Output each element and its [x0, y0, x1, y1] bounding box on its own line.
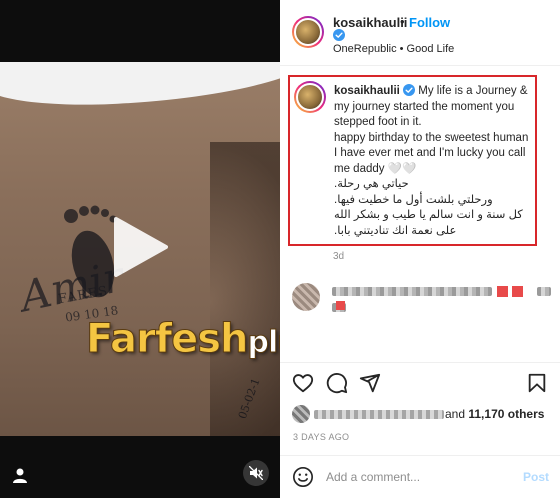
- comment-input[interactable]: [326, 466, 506, 488]
- blurred-comment-line: [332, 287, 492, 296]
- watermark-plus: plus.com: [247, 325, 280, 361]
- header-username[interactable]: kosaikhaulii: [333, 15, 407, 30]
- caption-time[interactable]: 3d: [333, 251, 344, 262]
- caption-username[interactable]: kosaikhaulii: [334, 85, 400, 97]
- verified-badge-icon: [403, 84, 416, 96]
- likes-count[interactable]: 11,170 others: [468, 407, 544, 421]
- caption-line-ar1: حياتي هي رحلة.: [334, 178, 409, 190]
- post-panel: kosaikhaulii • Follow OneRepublic • Good…: [280, 0, 560, 498]
- blurred-comment-line: [537, 287, 551, 296]
- mute-button[interactable]: [243, 460, 269, 486]
- share-icon[interactable]: [359, 372, 381, 394]
- post-header: kosaikhaulii • Follow OneRepublic • Good…: [280, 0, 560, 66]
- header-separator: •: [400, 14, 405, 29]
- blurred-emoji: [497, 286, 508, 297]
- caption-text: kosaikhaulii My life is a Journey & my j…: [334, 84, 534, 239]
- bookmark-icon[interactable]: [526, 372, 548, 394]
- likes-text: and 11,170 others: [445, 407, 544, 421]
- post-button[interactable]: Post: [523, 470, 549, 484]
- post-media[interactable]: Amir FARES 09 10 18 05-02-1 Farfeshplus.…: [0, 0, 280, 498]
- blurred-liker-name: [314, 410, 444, 419]
- watermark-logo: Farfeshplus.com: [86, 316, 280, 363]
- blurred-emoji: [512, 286, 523, 297]
- play-icon[interactable]: [110, 215, 170, 279]
- avatar[interactable]: [292, 16, 324, 48]
- follow-button[interactable]: Follow: [409, 15, 450, 30]
- shirt-area: [0, 62, 280, 111]
- blurred-emoji: [336, 301, 345, 310]
- caption-line-ar3: كل سنة و انت سالم يا طيب و بشكر الله: [334, 209, 523, 221]
- caption-line-en2: happy birthday to the sweetest human I h…: [334, 131, 529, 175]
- user-tag-icon[interactable]: [11, 466, 29, 484]
- caption-highlight-box: kosaikhaulii My life is a Journey & my j…: [288, 75, 537, 246]
- caption-line-ar4: على نعمة انك تناديتني بابا.: [334, 224, 457, 237]
- verified-badge-icon: [333, 29, 345, 41]
- emoji-icon[interactable]: [292, 466, 314, 488]
- add-comment-bar: Post: [280, 455, 560, 498]
- post-timestamp[interactable]: 3 DAYS AGO: [293, 432, 349, 442]
- action-bar: [280, 362, 560, 402]
- likes-summary[interactable]: and 11,170 others: [292, 405, 557, 425]
- commenter-avatar[interactable]: [292, 283, 320, 311]
- comment-icon[interactable]: [326, 372, 348, 394]
- audio-track-link[interactable]: OneRepublic • Good Life: [333, 43, 454, 55]
- watermark-main: Farfesh: [86, 316, 250, 363]
- comment-item: [292, 281, 554, 329]
- liker-avatar: [292, 405, 310, 423]
- caption-avatar[interactable]: [294, 81, 326, 113]
- likes-prefix: and: [445, 407, 466, 421]
- heart-icon[interactable]: [292, 372, 314, 394]
- mute-icon: [249, 466, 263, 480]
- caption-line-ar2: ورحلتي بلشت أول ما خطيت فيها.: [334, 193, 493, 206]
